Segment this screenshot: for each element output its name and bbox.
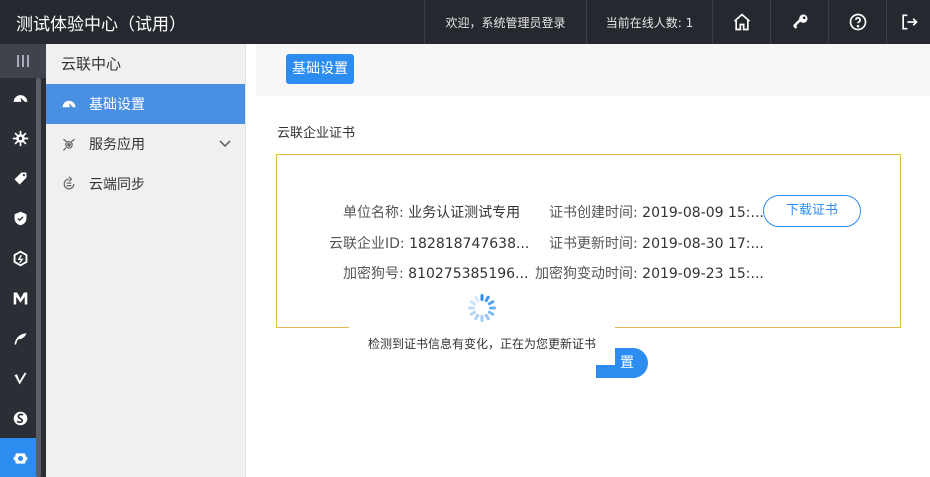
dongle-changed-label: 加密狗变动时间: xyxy=(535,266,638,282)
sidebar-item-label: 云端同步 xyxy=(89,177,145,193)
rail-item-settings[interactable] xyxy=(0,438,40,477)
tag-icon xyxy=(14,172,26,184)
rail-item-m[interactable] xyxy=(0,278,40,318)
rail-item-gear[interactable] xyxy=(0,118,40,158)
service-icon xyxy=(61,136,77,152)
home-icon xyxy=(733,13,750,31)
enterprise-id-label: 云联企业ID: xyxy=(329,236,405,252)
rail-item-v[interactable] xyxy=(0,358,40,398)
menu-toggle-button[interactable] xyxy=(0,44,46,78)
logout-button[interactable] xyxy=(886,0,930,44)
created-row: 证书创建时间: 2019-08-09 15:... xyxy=(549,202,764,222)
sidebar-title: 云联中心 xyxy=(61,55,122,73)
dongle-value: 810275385196... xyxy=(408,266,529,282)
updated-label: 证书更新时间: xyxy=(549,236,638,252)
dongle-changed-row: 加密狗变动时间: 2019-09-23 15:... xyxy=(535,263,764,283)
shield-icon xyxy=(14,211,26,225)
created-label: 证书创建时间: xyxy=(549,205,638,221)
rail-item-hexagon[interactable] xyxy=(0,238,40,278)
rail-item-shield[interactable] xyxy=(0,198,40,238)
loading-toast: 检测到证书信息有变化，正在为您更新证书 xyxy=(349,285,615,365)
dongle-changed-value: 2019-09-23 15:... xyxy=(642,266,764,282)
sidebar-item-label: 基础设置 xyxy=(89,97,145,113)
unit-name-value: 业务认证测试专用 xyxy=(408,205,521,221)
m-logo-icon xyxy=(13,292,27,304)
help-icon xyxy=(849,13,866,31)
rail-item-tag[interactable] xyxy=(0,158,40,198)
icon-rail xyxy=(0,44,46,477)
loading-spinner-icon xyxy=(468,294,496,322)
key-icon xyxy=(792,14,807,29)
gear-icon xyxy=(12,130,28,146)
help-button[interactable] xyxy=(828,0,886,44)
created-value: 2019-08-09 15:... xyxy=(642,205,764,221)
sidebar-item-basic-settings[interactable]: 基础设置 xyxy=(46,84,245,124)
password-button[interactable] xyxy=(770,0,828,44)
s-logo-icon xyxy=(13,411,27,425)
loading-message: 检测到证书信息有变化，正在为您更新证书 xyxy=(367,337,596,351)
secondary-sidebar: 云联中心 基础设置 服务应用 云端同步 xyxy=(46,44,246,477)
dongle-label: 加密狗号: xyxy=(343,266,404,282)
menu-toggle-icon xyxy=(17,55,29,67)
rail-scrollbar[interactable] xyxy=(36,78,41,477)
unit-name-label: 单位名称: xyxy=(343,205,404,221)
updated-value: 2019-08-30 17:... xyxy=(642,236,764,252)
main-content: 基础设置 云联企业证书 单位名称: 业务认证测试专用 证书创建时间: 2019-… xyxy=(256,44,930,477)
sidebar-item-cloud-sync[interactable]: 云端同步 xyxy=(46,164,245,204)
tab-basic-settings[interactable]: 基础设置 xyxy=(286,54,354,84)
welcome-text: 欢迎，系统管理员登录 xyxy=(424,0,586,44)
rail-item-s[interactable] xyxy=(0,398,40,438)
settings-icon xyxy=(13,452,27,464)
download-certificate-button[interactable]: 下载证书 xyxy=(763,195,861,227)
dashboard-icon xyxy=(13,94,27,102)
enterprise-id-row: 云联企业ID: 182818747638... xyxy=(329,233,529,253)
logout-icon xyxy=(901,14,918,30)
home-button[interactable] xyxy=(712,0,770,44)
sidebar-item-service-apps[interactable]: 服务应用 xyxy=(46,124,245,164)
rail-item-dashboard[interactable] xyxy=(0,78,40,118)
check-v-icon xyxy=(14,372,26,384)
chevron-down-icon[interactable] xyxy=(219,137,231,149)
enterprise-id-value: 182818747638... xyxy=(409,236,530,252)
online-users-count: 当前在线人数: 1 xyxy=(586,0,712,44)
section-title: 云联企业证书 xyxy=(277,126,356,141)
top-bar: 测试体验中心（试用） 欢迎，系统管理员登录 当前在线人数: 1 xyxy=(0,0,930,44)
app-title: 测试体验中心（试用） xyxy=(16,14,186,35)
sidebar-item-label: 服务应用 xyxy=(89,137,145,153)
unit-name-row: 单位名称: 业务认证测试专用 xyxy=(343,202,520,222)
sync-icon xyxy=(61,176,77,192)
leaf-icon xyxy=(14,332,26,344)
tab-bar: 基础设置 xyxy=(256,44,930,96)
rail-item-leaf[interactable] xyxy=(0,318,40,358)
dashboard-icon xyxy=(61,96,77,112)
hexagon-icon xyxy=(13,250,27,266)
updated-row: 证书更新时间: 2019-08-30 17:... xyxy=(549,233,764,253)
dongle-row: 加密狗号: 810275385196... xyxy=(343,263,528,283)
